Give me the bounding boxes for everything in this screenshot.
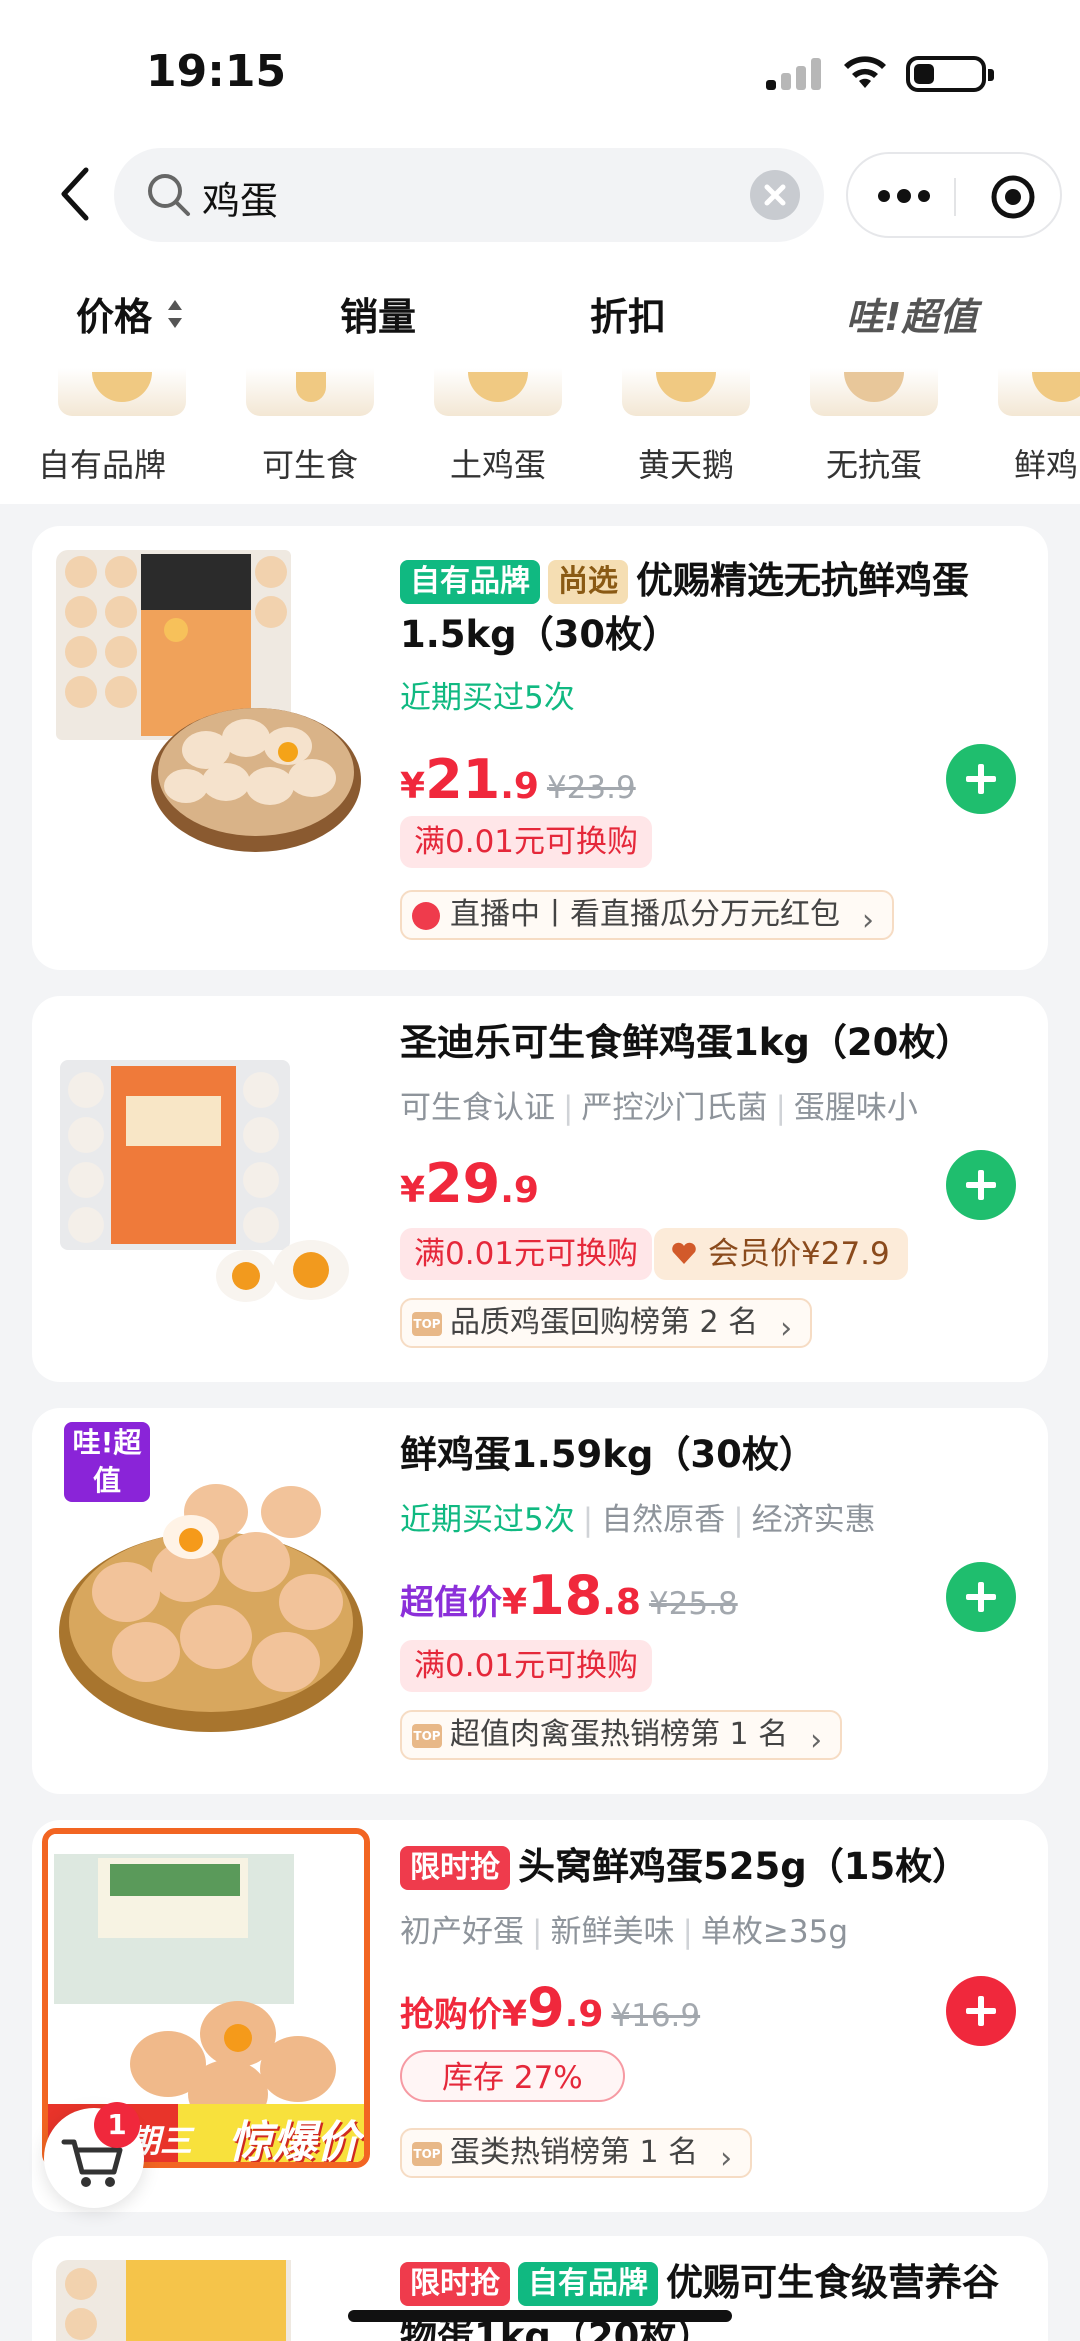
- category-thumb: [998, 368, 1080, 416]
- sort-price[interactable]: 价格: [76, 286, 152, 341]
- old-price: ¥23.9: [546, 770, 636, 806]
- product-image[interactable]: [56, 1020, 366, 1330]
- add-to-cart-button[interactable]: [946, 1976, 1016, 2046]
- category-thumb: [810, 368, 938, 416]
- promo-chip[interactable]: 满0.01元可换购: [400, 1228, 653, 1280]
- category-thumb: [246, 368, 374, 416]
- close-miniprogram-icon[interactable]: [990, 174, 1036, 220]
- product-title-block[interactable]: 自有品牌 尚选 优赐精选无抗鲜鸡蛋1.5kg（30枚）: [400, 554, 1020, 662]
- product-price: ¥29.9: [400, 1152, 539, 1215]
- product-card[interactable]: 自有品牌 尚选 优赐精选无抗鲜鸡蛋1.5kg（30枚） 近期买过5次 ¥21.9 ¥2…: [32, 526, 1048, 970]
- back-icon[interactable]: [56, 164, 96, 224]
- value-badge: 哇!超值: [64, 1422, 150, 1502]
- chevron-right-icon: ›: [720, 2141, 733, 2176]
- category-item[interactable]: 可生食: [226, 368, 376, 504]
- category-item[interactable]: 土鸡蛋: [414, 368, 564, 504]
- member-heart-icon: [672, 1242, 696, 1264]
- rank-banner[interactable]: TOP 蛋类热销榜第 1 名 ›: [400, 2128, 753, 2178]
- add-to-cart-button[interactable]: [946, 1150, 1016, 1220]
- promo-chip[interactable]: 满0.01元可换购: [400, 1640, 653, 1692]
- category-item[interactable]: 黄天鹅: [602, 368, 752, 504]
- old-price: ¥25.8: [648, 1586, 738, 1622]
- product-subtitle: 可生食认证 | 严控沙门氏菌 | 蛋腥味小: [400, 1090, 918, 1126]
- category-item[interactable]: 自有品牌: [38, 368, 188, 504]
- category-strip: 自有品牌 可生食 土鸡蛋 黄天鹅 无抗蛋 鲜鸡: [0, 368, 1080, 504]
- home-indicator: [348, 2310, 732, 2322]
- rank-banner[interactable]: TOP 品质鸡蛋回购榜第 2 名 ›: [400, 1298, 813, 1348]
- sort-discount[interactable]: 折扣: [590, 286, 666, 341]
- product-title: 头窝鲜鸡蛋525g（15枚）: [518, 1845, 970, 1888]
- product-subtitle: 近期买过5次 | 自然原香 | 经济实惠: [400, 1502, 876, 1538]
- product-card[interactable]: 哇!超值 鲜鸡蛋1.59kg（30枚） 近期买过5次 | 自然原香 | 经济实惠 超值价…: [32, 1408, 1048, 1794]
- category-thumb: [434, 368, 562, 416]
- category-item[interactable]: 无抗蛋: [790, 368, 940, 504]
- product-subtitle: 近期买过5次: [400, 680, 575, 716]
- product-title[interactable]: 圣迪乐可生食鲜鸡蛋1kg（20枚）: [400, 1016, 1020, 1070]
- cart-count-badge: 1: [94, 2102, 140, 2148]
- sort-sales[interactable]: 销量: [340, 286, 416, 341]
- promo-chip[interactable]: 满0.01元可换购: [400, 816, 653, 868]
- search-header: 鸡蛋: [0, 140, 1080, 250]
- search-icon: [148, 174, 190, 216]
- stock-progress: 库存 27%: [400, 2050, 625, 2102]
- old-price: ¥16.9: [611, 1998, 701, 2034]
- product-title[interactable]: 鲜鸡蛋1.59kg（30枚）: [400, 1428, 1020, 1482]
- mini-program-capsule: [846, 152, 1062, 238]
- wifi-icon: [844, 56, 886, 88]
- category-thumb: [622, 368, 750, 416]
- chevron-right-icon: ›: [810, 1723, 823, 1758]
- tag-flash-sale: 限时抢: [400, 1846, 510, 1890]
- search-query: 鸡蛋: [202, 179, 279, 223]
- top-badge-icon: TOP: [412, 1312, 442, 1336]
- product-subtitle: 初产好蛋 | 新鲜美味 | 单枚≥35g: [400, 1914, 849, 1950]
- add-to-cart-button[interactable]: [946, 1562, 1016, 1632]
- sort-arrows-icon: [168, 300, 182, 328]
- sort-value[interactable]: 哇!超值: [846, 286, 977, 341]
- product-card[interactable]: 限时抢 自有品牌 优赐可生食级营养谷物蛋1kg（20枚）: [32, 2236, 1048, 2341]
- chevron-right-icon: ›: [780, 1311, 793, 1346]
- status-bar: 19:15: [0, 0, 1080, 140]
- search-input[interactable]: 鸡蛋: [114, 148, 824, 242]
- chevron-right-icon: ›: [862, 903, 874, 938]
- product-title-block[interactable]: 限时抢 自有品牌 优赐可生食级营养谷物蛋1kg（20枚）: [400, 2256, 1020, 2341]
- member-price-chip[interactable]: 会员价¥27.9: [654, 1228, 908, 1280]
- category-item[interactable]: 鲜鸡: [978, 368, 1080, 504]
- clear-icon[interactable]: [750, 170, 800, 220]
- add-to-cart-button[interactable]: [946, 744, 1016, 814]
- product-image[interactable]: [56, 550, 366, 860]
- top-badge-icon: TOP: [412, 1724, 442, 1748]
- tag-own-brand: 自有品牌: [400, 560, 540, 604]
- product-price: 抢购价¥9.9 ¥16.9: [400, 1976, 701, 2039]
- rank-banner[interactable]: TOP 超值肉禽蛋热销榜第 1 名 ›: [400, 1710, 843, 1760]
- status-time: 19:15: [146, 46, 287, 97]
- tag-own-brand: 自有品牌: [518, 2262, 658, 2306]
- battery-icon: [906, 56, 994, 92]
- live-banner[interactable]: 直播中丨看直播瓜分万元红包 ›: [400, 890, 894, 940]
- image-banner-text: 惊爆价: [228, 2117, 360, 2168]
- cart-button[interactable]: 1: [44, 2102, 144, 2208]
- signal-icon: [766, 58, 822, 90]
- sort-bar: 价格 销量 折扣 哇!超值: [0, 250, 1080, 368]
- live-icon: [412, 902, 440, 930]
- tag-flash-sale: 限时抢: [400, 2262, 510, 2306]
- product-card[interactable]: 圣迪乐可生食鲜鸡蛋1kg（20枚） 可生食认证 | 严控沙门氏菌 | 蛋腥味小 ¥29.…: [32, 996, 1048, 1382]
- more-icon[interactable]: [876, 186, 932, 206]
- product-price: ¥21.9 ¥23.9: [400, 748, 636, 811]
- product-image[interactable]: [56, 2260, 366, 2341]
- product-price: 超值价¥18.8 ¥25.8: [400, 1564, 738, 1627]
- top-badge-icon: TOP: [412, 2142, 442, 2166]
- category-thumb: [58, 368, 186, 416]
- product-card[interactable]: 惊爆价 期三 限时抢 头窝鲜鸡蛋525g（15枚） 初产好蛋 | 新鲜美味 | 单枚≥35…: [32, 1820, 1048, 2212]
- product-title-block[interactable]: 限时抢 头窝鲜鸡蛋525g（15枚）: [400, 1840, 1020, 1894]
- tag-select: 尚选: [548, 560, 628, 604]
